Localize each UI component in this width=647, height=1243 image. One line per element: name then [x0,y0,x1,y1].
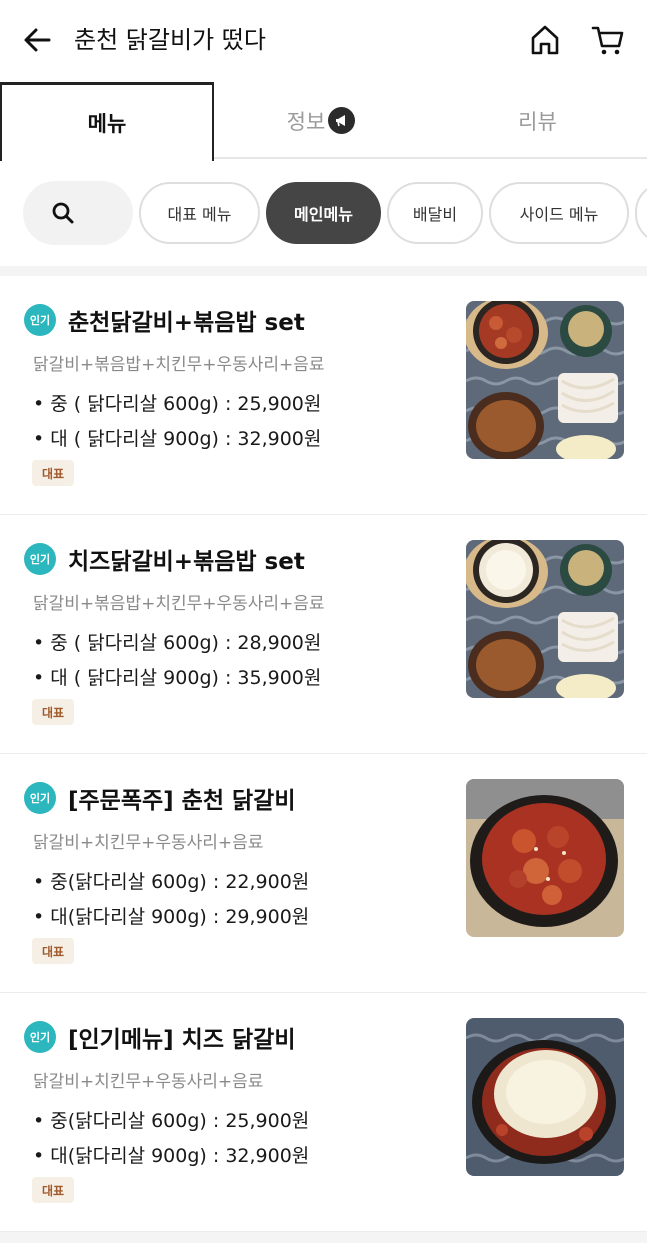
cart-icon[interactable] [590,22,626,58]
tab-review-label: 리뷰 [518,109,557,134]
menu-item[interactable]: 인기 [인기메뉴] 치즈 닭갈비 닭갈비+치킨무+우동사리+음료 • 중(닭다리… [0,993,647,1232]
popular-badge: 인기 [24,782,56,814]
menu-item[interactable]: 인기 [주문폭주] 춘천 닭갈비 닭갈비+치킨무+우동사리+음료 • 중(닭다리… [0,754,647,993]
menu-item-description: 닭갈비+치킨무+우동사리+음료 [33,1072,264,1092]
tab-menu[interactable]: 메뉴 [0,82,214,161]
menu-item[interactable]: 인기 치즈닭갈비+볶음밥 set 닭갈비+볶음밥+치킨무+우동사리+음료 • 중… [0,515,647,754]
menu-item-name: [인기메뉴] 치즈 닭갈비 [68,1027,296,1053]
tab-info[interactable]: 정보 [214,82,428,159]
menu-item-price-large: • 대 ( 닭다리살 900g) : 35,900원 [33,667,322,689]
tab-info-label: 정보 [286,109,326,134]
menu-item-price-large: • 대 ( 닭다리살 900g) : 32,900원 [33,428,322,450]
menu-item-price-medium: • 중(닭다리살 600g) : 25,900원 [33,1110,310,1132]
chip-label: 대표 메뉴 [167,205,232,224]
menu-item-price-medium: • 중(닭다리살 600g) : 22,900원 [33,871,310,893]
megaphone-icon [328,107,356,134]
menu-item-price-large: • 대(닭다리살 900g) : 29,900원 [33,906,310,928]
chip-label: 배달비 [412,205,458,224]
menu-item-description: 닭갈비+치킨무+우동사리+음료 [33,833,264,853]
chip-delivery-fee[interactable]: 배달비 [387,182,483,244]
home-icon[interactable] [527,22,563,58]
chip-label: 메인메뉴 [294,205,353,224]
search-icon [52,202,74,224]
menu-item-price-large: • 대(닭다리살 900g) : 32,900원 [33,1145,310,1167]
menu-item-header: 인기 춘천닭갈비+볶음밥 set [24,303,305,337]
chip-label: 사이드 메뉴 [519,205,599,224]
menu-item-photo [466,301,624,459]
popular-badge: 인기 [24,304,56,336]
menu-item-photo [466,1018,624,1176]
popular-badge: 인기 [24,1021,56,1053]
representative-tag: 대표 [32,938,74,964]
menu-item-name: 춘천닭갈비+볶음밥 set [68,310,305,336]
bottom-divider [0,1232,647,1243]
menu-item-name: 치즈닭갈비+볶음밥 set [68,549,305,575]
menu-item-header: 인기 치즈닭갈비+볶음밥 set [24,542,305,576]
menu-item-header: 인기 [주문폭주] 춘천 닭갈비 [24,781,295,815]
popular-badge: 인기 [24,543,56,575]
tab-menu-label: 메뉴 [87,112,127,136]
menu-item-price-medium: • 중 ( 닭다리살 600g) : 25,900원 [33,393,322,415]
category-chip-bar: 대표 메뉴 메인메뉴 배달비 사이드 메뉴 [0,159,647,266]
menu-item-header: 인기 [인기메뉴] 치즈 닭갈비 [24,1020,295,1054]
representative-tag: 대표 [32,1177,74,1203]
menu-list: 인기 춘천닭갈비+볶음밥 set 닭갈비+볶음밥+치킨무+우동사리+음료 • 중… [0,276,647,1232]
top-app-bar: 춘천 닭갈비가 떴다 [0,0,647,82]
menu-item-name: [주문폭주] 춘천 닭갈비 [68,788,296,814]
search-button[interactable] [23,181,133,245]
page-title: 춘천 닭갈비가 떴다 [74,26,266,54]
tab-bar: 메뉴 정보 리뷰 [0,82,647,161]
menu-item-description: 닭갈비+볶음밥+치킨무+우동사리+음료 [33,355,325,375]
menu-item-description: 닭갈비+볶음밥+치킨무+우동사리+음료 [33,594,325,614]
arrow-left-icon[interactable] [20,22,56,58]
tab-review[interactable]: 리뷰 [428,82,647,159]
menu-item-photo [466,540,624,698]
representative-tag: 대표 [32,460,74,486]
menu-item-photo [466,779,624,937]
chip-side-menu[interactable]: 사이드 메뉴 [489,182,629,244]
representative-tag: 대표 [32,699,74,725]
section-divider [0,266,647,276]
menu-item-price-medium: • 중 ( 닭다리살 600g) : 28,900원 [33,632,322,654]
chip-main-menu[interactable]: 메인메뉴 [266,182,381,244]
chip-representative-menu[interactable]: 대표 메뉴 [139,182,260,244]
menu-item[interactable]: 인기 춘천닭갈비+볶음밥 set 닭갈비+볶음밥+치킨무+우동사리+음료 • 중… [0,276,647,515]
chip-next-partial[interactable] [635,182,647,244]
